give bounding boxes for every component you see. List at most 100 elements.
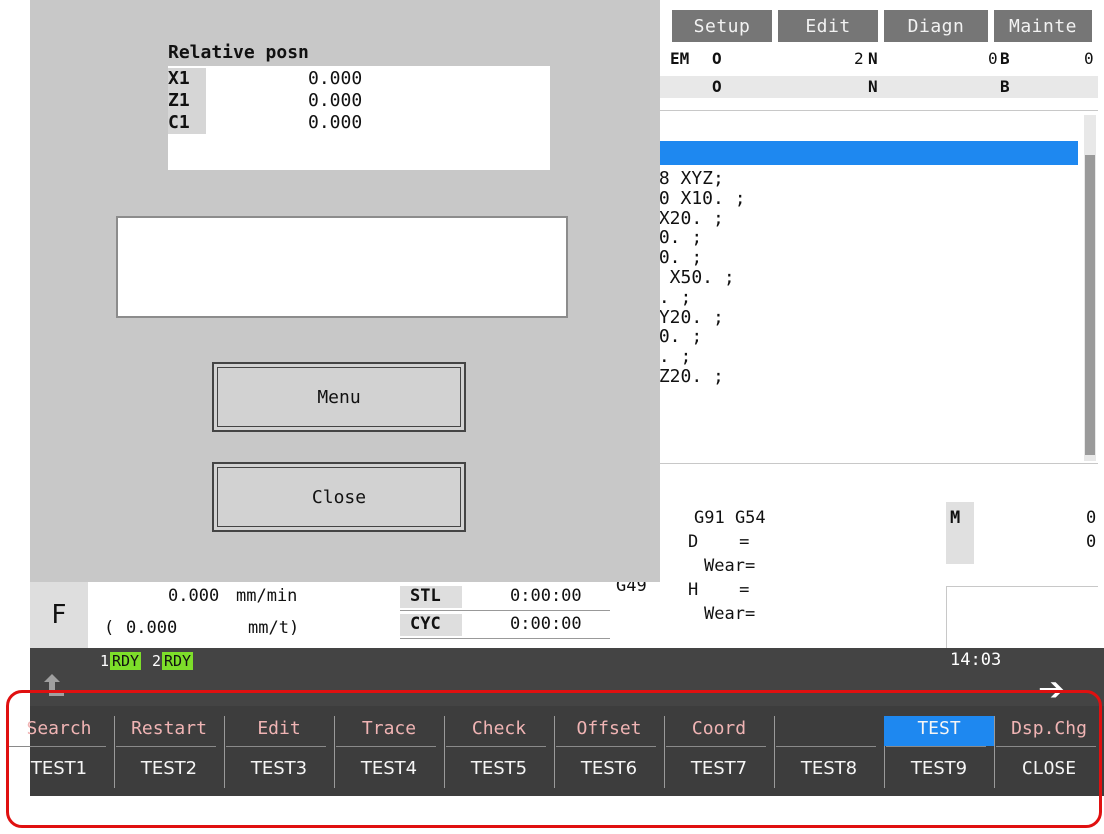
feed-letter: F — [30, 582, 88, 648]
axis-value-c1: 0.000 — [308, 112, 363, 133]
menu-key-label: Coord — [691, 718, 747, 739]
n-label: N — [868, 49, 878, 68]
menu-key-sublabel: TEST7 — [690, 758, 748, 779]
system-2-status-badge: RDY — [162, 652, 194, 670]
divider — [556, 746, 656, 747]
feed-per-rev-value: 0.000 — [126, 618, 178, 638]
feed-per-rev-open: ( — [104, 618, 115, 638]
relative-position-title: Relative posn — [168, 38, 550, 66]
close-button[interactable]: Close — [212, 462, 466, 532]
system-1-number: 1 — [100, 652, 110, 670]
o-value: 2 — [854, 49, 864, 68]
program-line: 30. ; — [648, 326, 703, 348]
program-line: 40. ; — [648, 247, 703, 269]
divider — [946, 586, 1098, 587]
m-code-label: M — [950, 508, 961, 528]
b-value: 0 — [1084, 49, 1094, 68]
menu-key-trace[interactable]: Trace TEST4 — [334, 706, 444, 796]
divider — [776, 746, 876, 747]
program-line: 28 XYZ; — [648, 168, 724, 189]
menu-key-offset[interactable]: Offset TEST6 — [554, 706, 664, 796]
cyc-time: 0:00:00 — [510, 614, 582, 634]
program-line: 0. ; — [648, 346, 692, 368]
tab-edit[interactable]: Edit — [778, 10, 878, 42]
program-line: 3 X50. ; — [648, 266, 735, 288]
divider — [116, 746, 216, 747]
axis-label-z1: Z1 — [168, 90, 206, 112]
menu-key-sublabel: TEST2 — [140, 758, 198, 779]
wear-label: Wear= — [704, 604, 756, 624]
relative-position-dialog: Relative posn X1 0.000 Z1 0.000 C1 0.000… — [30, 0, 660, 582]
menu-key-sublabel: TEST3 — [250, 758, 308, 779]
stl-label: STL — [400, 586, 462, 608]
cyc-label: CYC — [400, 614, 462, 636]
axis-label-x1: X1 — [168, 68, 206, 90]
m-code-value: 0 — [1086, 508, 1097, 528]
status-bar: 1 RDY 2 RDY 14:03 ➔ — [30, 648, 1104, 708]
tab-mainte[interactable]: Mainte — [994, 10, 1092, 42]
divider — [996, 746, 1096, 747]
divider — [336, 746, 436, 747]
tab-setup[interactable]: Setup — [672, 10, 772, 42]
h-offset-label: H = — [688, 580, 750, 600]
mode-tabs: Setup Edit Diagn Mainte — [672, 10, 1098, 42]
b-label: B — [1000, 77, 1010, 96]
menu-key-label: Check — [471, 718, 527, 739]
program-cursor-highlight — [640, 141, 1078, 165]
menu-key-label: Trace — [361, 718, 417, 739]
menu-key-sublabel: TEST8 — [800, 758, 858, 779]
menu-key-check[interactable]: Check TEST5 — [444, 706, 554, 796]
menu-key-test[interactable]: TEST TEST9 — [884, 706, 994, 796]
gcode-modal: G91 G54 — [694, 508, 766, 528]
tab-diagn[interactable]: Diagn — [884, 10, 988, 42]
divider — [400, 610, 610, 611]
next-menu-arrow-icon[interactable]: ➔ — [1038, 670, 1065, 708]
clock: 14:03 — [950, 650, 1002, 670]
menu-button[interactable]: Menu — [212, 362, 466, 432]
menu-key-sublabel: TEST4 — [360, 758, 418, 779]
function-menu-bar: Search TEST1 Restart TEST2 Edit TEST3 Tr… — [6, 706, 1104, 796]
menu-key-sublabel: TEST6 — [580, 758, 638, 779]
menu-key-sublabel: CLOSE — [1021, 758, 1077, 779]
menu-key-label: Dsp.Chg — [1011, 718, 1087, 739]
program-line: Z20. ; — [648, 365, 724, 387]
divider — [446, 746, 546, 747]
axis-value-z1: 0.000 — [308, 90, 363, 111]
program-scrollbar[interactable] — [1084, 115, 1096, 461]
menu-key-sublabel: TEST9 — [910, 758, 968, 779]
dialog-input-field[interactable] — [116, 216, 568, 318]
axis-label-c1: C1 — [168, 112, 206, 134]
feed-panel: F 0.000 mm/min ( 0.000 mm/t) STL 0:00:00… — [30, 582, 614, 648]
m-code-value: 0 — [1086, 532, 1097, 552]
feed-rate-unit: mm/min — [236, 586, 298, 606]
divider — [640, 463, 1098, 464]
o-label: O — [712, 77, 722, 96]
relative-position-panel: Relative posn X1 0.000 Z1 0.000 C1 0.000 — [168, 38, 550, 170]
menu-up-icon[interactable] — [40, 670, 68, 698]
n-value: 0 — [988, 49, 998, 68]
program-number-row-1: EM O 2 N 0 B 0 — [640, 48, 1098, 70]
menu-key-sublabel: TEST5 — [470, 758, 528, 779]
b-label: B — [1000, 49, 1010, 68]
axis-value-x1: 0.000 — [308, 68, 363, 89]
modal-info-panel: G91 G54 D = Wear= G49 H = Wear= M 0 0 — [614, 502, 1098, 648]
stl-time: 0:00:00 — [510, 586, 582, 606]
d-offset-label: D = — [688, 532, 750, 552]
menu-key-edit[interactable]: Edit TEST3 — [224, 706, 334, 796]
menu-key-restart[interactable]: Restart TEST2 — [114, 706, 224, 796]
menu-key-sublabel: TEST1 — [30, 758, 88, 779]
menu-key-label: Edit — [257, 718, 301, 739]
program-list[interactable]: 28 XYZ; 00 X10. ; X20. ; 30. ; 40. ; 3 X… — [640, 110, 1098, 502]
menu-key-dsp-chg[interactable]: Dsp.Chg CLOSE — [994, 706, 1104, 796]
n-label: N — [868, 77, 878, 96]
menu-key-8[interactable]: TEST8 — [774, 706, 884, 796]
menu-key-label: Offset — [576, 718, 642, 739]
divider — [6, 746, 106, 747]
program-line: X20. ; — [648, 207, 724, 229]
program-lines: 28 XYZ; 00 X10. ; X20. ; 30. ; 40. ; 3 X… — [648, 169, 746, 387]
program-number-row-2: O N B — [640, 76, 1098, 98]
scrollbar-thumb[interactable] — [1085, 155, 1095, 455]
menu-key-search[interactable]: Search TEST1 — [4, 706, 114, 796]
menu-key-coord[interactable]: Coord TEST7 — [664, 706, 774, 796]
feed-per-rev-unit: mm/t) — [248, 618, 300, 638]
